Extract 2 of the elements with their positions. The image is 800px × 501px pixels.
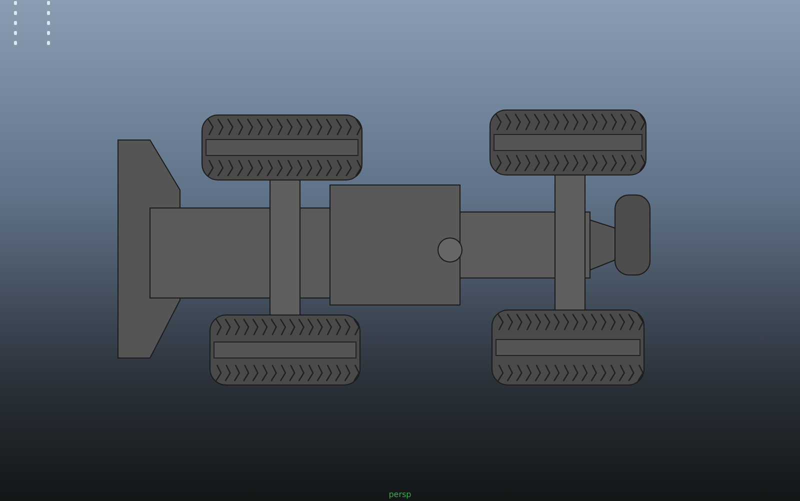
camera-label: persp xyxy=(388,490,412,500)
grid-dots-icon xyxy=(14,0,50,46)
